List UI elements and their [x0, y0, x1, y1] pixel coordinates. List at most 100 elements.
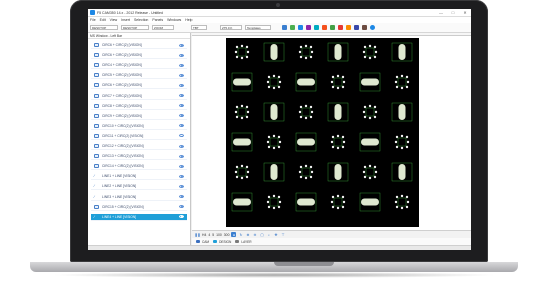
layer-row[interactable]: CIRC13 + CIRC(2) [VISION] [91, 153, 187, 161]
oblong-pad [233, 198, 251, 206]
design-canvas[interactable] [226, 38, 419, 227]
layer-row[interactable]: ⁄ LINE1 + LINE [VISION] [91, 173, 187, 181]
fit-icon[interactable]: ▢ [259, 232, 264, 237]
visibility-eye-icon[interactable] [179, 134, 184, 138]
pause-icon[interactable]: ❚❚ [195, 232, 201, 237]
net-dropdown[interactable]: TBT [191, 25, 207, 30]
visibility-eye-icon[interactable] [179, 43, 184, 47]
tab-design[interactable]: DESIGN [213, 240, 231, 244]
tab-layer[interactable]: LAYER [235, 240, 252, 244]
delete-icon[interactable] [338, 25, 343, 30]
line-icon: ⁄ [94, 213, 95, 219]
via-dot [278, 200, 282, 204]
layer-row[interactable]: CIRC8 + CIRC(2) [VISION] [91, 103, 187, 110]
layer-row[interactable]: ⁄ LINE3 + LINE [VISION] [91, 194, 187, 201]
move-icon[interactable] [298, 25, 303, 30]
layer-row[interactable]: CIRC10 + CIRC(2) [VISION] [91, 123, 187, 130]
layer-row[interactable]: ⁄ LINE4 + LINE [VISION] [91, 213, 187, 221]
filter-icon[interactable]: ⊤ [280, 232, 285, 237]
visibility-eye-icon[interactable] [179, 124, 184, 128]
layer-row[interactable]: CIRC4 + CIRC(2) [VISION] [91, 62, 187, 70]
grid-icon[interactable] [330, 25, 335, 30]
menu-edit[interactable]: Edit [100, 18, 106, 22]
pad-outline [269, 197, 279, 207]
menu-help[interactable]: Help [185, 18, 192, 22]
via-dot [342, 80, 346, 84]
visibility-eye-icon[interactable] [179, 94, 184, 97]
visibility-eye-icon[interactable] [179, 114, 184, 118]
via-dot [406, 200, 410, 204]
layer-dropdown-2[interactable]: DESKTOP [121, 25, 149, 30]
visibility-eye-icon[interactable] [179, 63, 184, 67]
layers-icon[interactable] [354, 25, 359, 30]
via-dot [336, 74, 340, 78]
maximize-button[interactable]: □ [447, 10, 459, 15]
via-dot [362, 170, 366, 174]
tab-cam[interactable]: CAM [196, 240, 209, 244]
search-icon[interactable]: ⌕ [266, 232, 271, 237]
visibility-eye-icon[interactable] [179, 53, 184, 57]
visibility-eye-icon[interactable] [179, 184, 184, 188]
tools-icon[interactable] [362, 25, 367, 30]
circle-icon [94, 164, 99, 169]
via-dot [406, 80, 410, 84]
menu-file[interactable]: File [90, 18, 96, 22]
menu-view[interactable]: View [110, 18, 118, 22]
circle-icon [94, 154, 99, 159]
visibility-eye-icon[interactable] [179, 174, 184, 178]
visibility-eye-icon[interactable] [179, 154, 184, 158]
visibility-eye-icon[interactable] [179, 164, 184, 168]
via-dot [342, 200, 346, 204]
layer-row[interactable]: CIRC6 + CIRC(2) [VISION] [91, 82, 187, 90]
oblong-pad [398, 44, 406, 60]
visibility-eye-icon[interactable] [179, 205, 184, 209]
layer-row[interactable]: CIRC14 + CIRC(2) [VISION] [91, 163, 187, 171]
mode-dropdown[interactable]: Templates [245, 25, 271, 30]
visibility-eye-icon[interactable] [179, 83, 184, 87]
select-icon[interactable] [290, 25, 295, 30]
visibility-eye-icon[interactable] [179, 215, 184, 219]
menu-panels[interactable]: Panels [152, 18, 163, 22]
close-button[interactable]: ✕ [459, 10, 471, 15]
pan-icon[interactable]: ✥ [273, 232, 278, 237]
rotate-icon[interactable] [314, 25, 319, 30]
size-dropdown[interactable]: 275.0 K [220, 25, 242, 30]
zoom-in-icon[interactable]: ⊕ [245, 232, 250, 237]
layer-row[interactable]: CIRC5 + CIRC(2) [VISION] [91, 72, 187, 80]
refresh-icon[interactable]: ↻ [238, 232, 243, 237]
layer-row[interactable]: CIRC15 + CIRC(2) [VISION] [91, 204, 187, 211]
line-icon: ⁄ [94, 173, 95, 179]
circle-icon [94, 144, 99, 148]
layer-row[interactable]: CIRC7 + CIRC(2) [VISION] [91, 93, 187, 100]
visibility-eye-icon[interactable] [179, 73, 184, 77]
via-dot [400, 74, 404, 78]
pen-icon[interactable] [282, 25, 287, 30]
laptop-base [30, 262, 518, 272]
snap-icon[interactable] [346, 25, 351, 30]
visibility-eye-icon[interactable] [179, 195, 184, 198]
oblong-pad [361, 78, 379, 86]
settings-icon[interactable] [370, 25, 375, 30]
zoom-dropdown[interactable]: ZOOM [152, 25, 174, 30]
layer-row[interactable]: CIRC12 + CIRC(2) [VISION] [91, 143, 187, 150]
menu-selection[interactable]: Selection [134, 18, 148, 22]
menu-windows[interactable]: Windows [167, 18, 181, 22]
layer-dropdown[interactable]: DESKTOP [90, 25, 118, 30]
via-dot [304, 176, 308, 180]
circle-icon [94, 73, 99, 78]
zoom-out-icon[interactable]: ⊖ [252, 232, 257, 237]
visibility-eye-icon[interactable] [179, 104, 184, 108]
menu-insert[interactable]: Insert [121, 18, 130, 22]
layer-label: CIRC10 + CIRC(2) [VISION] [102, 123, 144, 128]
copy-icon[interactable] [306, 25, 311, 30]
minimize-button[interactable]: — [435, 10, 447, 15]
layer-row[interactable]: ⁄ LINE2 + LINE [VISION] [91, 183, 187, 191]
via-dot [400, 146, 404, 150]
record-icon[interactable]: ● [231, 232, 237, 237]
layer-row[interactable]: CIRC9 + CIRC(2) [VISION] [91, 113, 187, 120]
layer-row[interactable]: CIRC6 + CIRC(2) [VISION] [91, 42, 187, 49]
visibility-eye-icon[interactable] [179, 144, 184, 148]
measure-icon[interactable] [322, 25, 327, 30]
layer-row[interactable]: CIRC6 + CIRC(2) [VISION] [91, 52, 187, 60]
layer-row[interactable]: CIRC11 + CIRC(2) [VISION] [91, 133, 187, 140]
